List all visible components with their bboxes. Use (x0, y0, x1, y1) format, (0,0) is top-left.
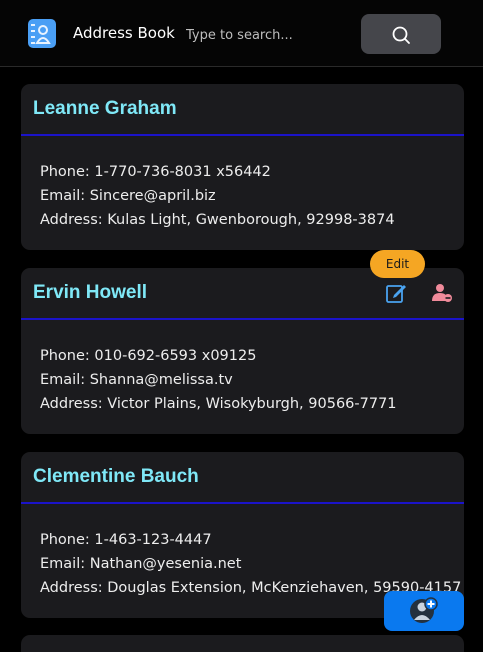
add-user-icon (410, 597, 438, 623)
search-button[interactable] (361, 14, 441, 54)
contact-details: Phone: 010-692-6593 x09125 Email: Shanna… (40, 344, 397, 416)
contact-email: Email: Nathan@yesenia.net (40, 556, 242, 572)
contacts-book-icon (28, 19, 56, 48)
contact-details: Phone: 1-770-736-8031 x56442 Email: Sinc… (40, 160, 395, 232)
search-icon (392, 26, 410, 44)
search-input[interactable] (186, 22, 346, 48)
remove-user-icon[interactable] (431, 283, 453, 303)
contact-card[interactable] (21, 635, 464, 652)
contact-details: Phone: 1-463-123-4447 Email: Nathan@yese… (40, 528, 461, 600)
contact-card-header: Leanne Graham (21, 84, 464, 136)
contact-name: Clementine Bauch (33, 466, 199, 487)
contact-card[interactable]: Leanne Graham Phone: 1-770-736-8031 x564… (21, 84, 464, 250)
contact-phone: Phone: 1-770-736-8031 x56442 (40, 164, 271, 180)
add-contact-button[interactable] (384, 591, 464, 631)
contact-email: Email: Shanna@melissa.tv (40, 372, 233, 388)
top-bar: Address Book (0, 0, 483, 67)
contact-name: Ervin Howell (33, 282, 148, 303)
contact-card[interactable]: Ervin Howell Phone: 010-692-6593 x09125 … (21, 268, 464, 434)
contact-address: Address: Victor Plains, Wisokyburgh, 905… (40, 396, 397, 412)
edit-tooltip: Edit (370, 250, 425, 278)
contact-email: Email: Sincere@april.biz (40, 188, 216, 204)
app-title: Address Book (73, 24, 175, 42)
contact-name: Leanne Graham (33, 98, 177, 119)
contact-card-header: Clementine Bauch (21, 452, 464, 504)
contact-phone: Phone: 010-692-6593 x09125 (40, 348, 257, 364)
contact-address: Address: Kulas Light, Gwenborough, 92998… (40, 212, 395, 228)
edit-icon[interactable] (385, 282, 407, 304)
contact-phone: Phone: 1-463-123-4447 (40, 532, 212, 548)
